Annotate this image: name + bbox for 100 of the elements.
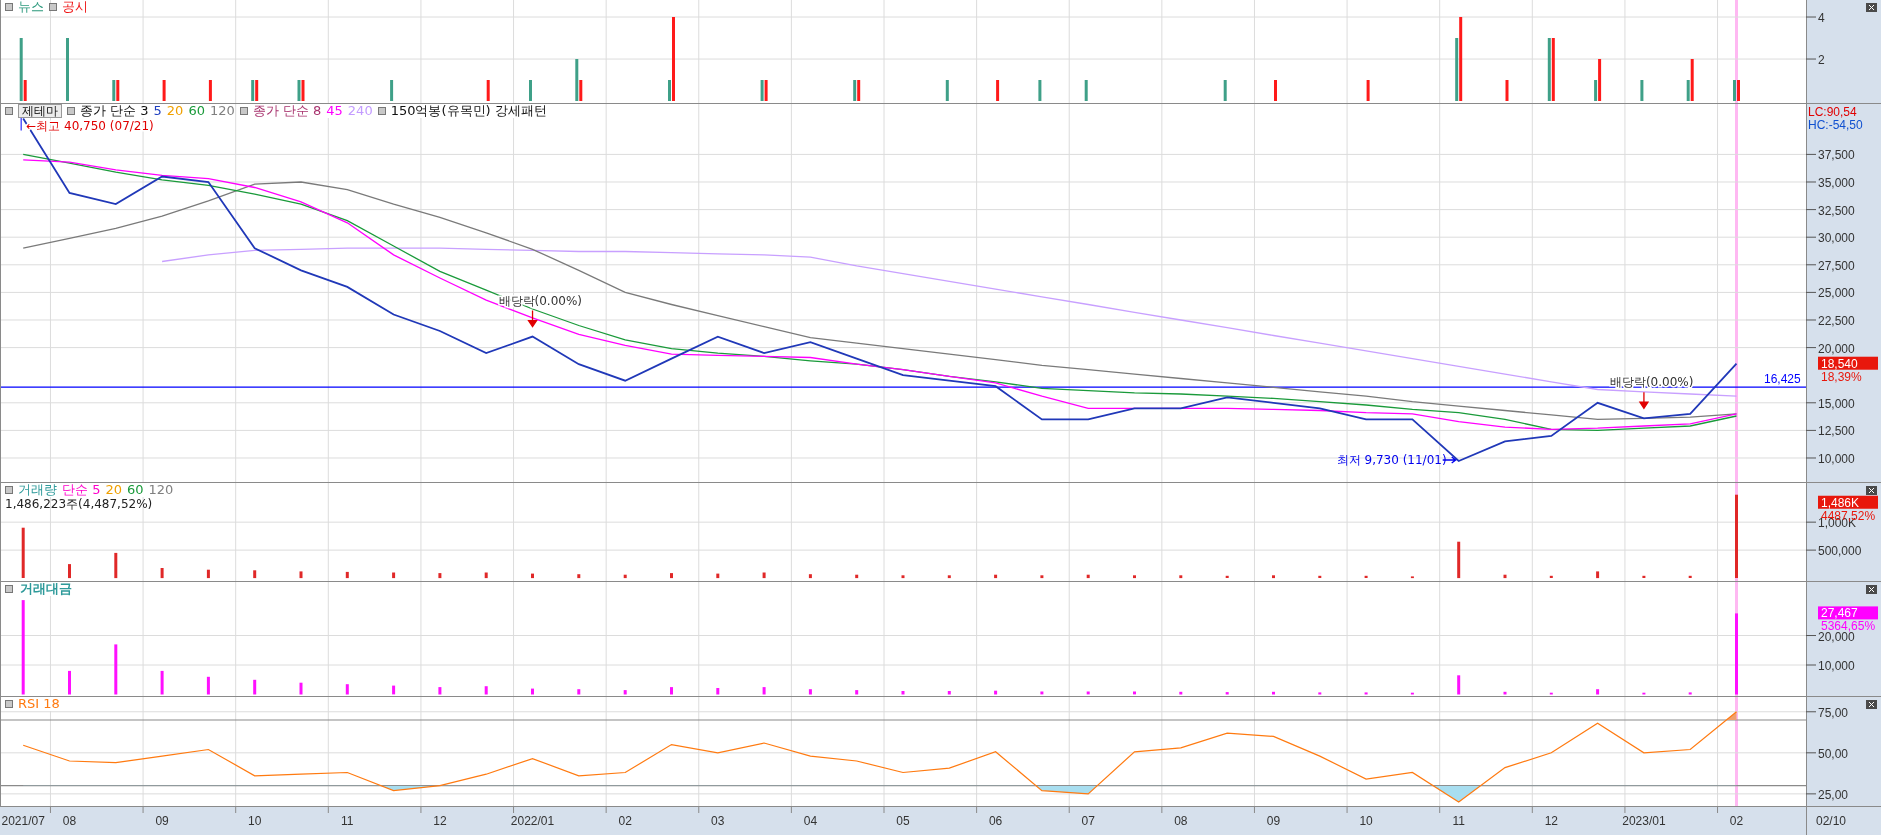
legend-label: 60	[188, 104, 205, 118]
bar	[577, 574, 581, 579]
low-price-note: 최저 9,730 (11/01)	[1336, 453, 1447, 467]
legend-icon	[49, 3, 57, 11]
bar	[1410, 576, 1414, 579]
bar	[1274, 80, 1277, 101]
bar	[206, 676, 210, 695]
bar	[670, 687, 673, 695]
legend-label: 45	[326, 104, 343, 118]
bar	[1503, 574, 1507, 579]
axis-label: 02	[1729, 814, 1744, 828]
bar	[762, 687, 766, 695]
legend-label: 종가 단순 3	[80, 104, 149, 118]
legend-label: 120	[148, 483, 174, 497]
bar	[1549, 575, 1553, 578]
axis-label: 06	[988, 814, 1003, 828]
bar	[1503, 691, 1507, 695]
bar	[1457, 675, 1461, 695]
axis-label: 35,000	[1818, 176, 1855, 190]
bar	[1038, 80, 1042, 101]
lc-label: LC:90,54	[1808, 105, 1857, 119]
bar	[855, 574, 859, 579]
axis-label: 15,000	[1818, 396, 1855, 411]
bar	[438, 573, 442, 579]
axis-label: 11	[341, 814, 354, 828]
legend-label: 뉴스	[18, 0, 44, 14]
down-arrow-icon	[1639, 391, 1649, 410]
bar	[345, 684, 349, 695]
bar	[1040, 575, 1044, 579]
axis-label: 20,000	[1818, 341, 1855, 356]
bar	[716, 573, 720, 579]
bar	[208, 80, 212, 101]
legend-icon	[377, 107, 386, 115]
bar	[808, 689, 812, 695]
axis-label: 08	[62, 814, 77, 828]
bar	[1318, 575, 1322, 578]
bar	[1366, 80, 1370, 101]
bar	[1318, 692, 1322, 695]
legend-label: 거래량	[18, 483, 57, 497]
close-icon[interactable]	[1866, 3, 1877, 12]
bar	[901, 691, 905, 695]
bar	[762, 572, 766, 579]
close-icon[interactable]	[1866, 486, 1877, 495]
bar	[1642, 575, 1646, 578]
bar	[299, 571, 303, 579]
bar	[484, 572, 488, 579]
bar	[206, 569, 210, 579]
bar	[392, 572, 396, 579]
bar	[1688, 575, 1692, 578]
bar	[345, 571, 349, 579]
bar	[994, 690, 998, 695]
bar	[299, 682, 303, 695]
axis-label: 09	[1266, 814, 1281, 828]
bar	[529, 80, 532, 101]
bar	[1133, 575, 1136, 579]
bar	[1596, 689, 1600, 695]
axis-label: 50,00	[1818, 746, 1849, 761]
legend-label: 5	[153, 104, 162, 118]
bar	[1133, 691, 1136, 695]
axis-label: 37,500	[1818, 148, 1855, 163]
volume-info: 1,486,223주(4,487,52%)	[5, 497, 154, 511]
legend-label: 20	[166, 104, 184, 118]
bar	[484, 686, 488, 695]
bar	[947, 575, 951, 579]
bar	[1086, 691, 1090, 695]
bar	[160, 670, 164, 695]
current-date-label: 02/10	[1816, 814, 1847, 828]
bar	[716, 688, 720, 695]
axis-label: 10,000	[1818, 659, 1855, 673]
bar	[1364, 575, 1368, 578]
bar	[1688, 692, 1692, 695]
dividend-note: 배당락(0.00%)	[1609, 375, 1694, 390]
legend-label: 120	[209, 104, 235, 118]
bar	[438, 687, 442, 695]
bar	[1457, 541, 1461, 579]
bar	[945, 80, 949, 101]
legend-icon	[5, 107, 13, 115]
bar	[390, 80, 394, 101]
bar	[21, 527, 25, 578]
bar	[808, 574, 812, 579]
bar	[1642, 692, 1646, 695]
bar	[996, 80, 1000, 101]
bar	[1272, 575, 1275, 579]
axis-label: 25,00	[1818, 787, 1849, 802]
close-icon[interactable]	[1866, 700, 1877, 709]
bar	[1084, 80, 1088, 101]
axis-label: 10,000	[1818, 452, 1855, 466]
legend-label: 종가 단순 8	[252, 104, 322, 118]
bar	[994, 574, 998, 579]
theme-button[interactable]: 제테마	[18, 104, 62, 118]
axis-label: 2021/07	[1, 814, 45, 828]
axis-label: 11	[1452, 814, 1465, 828]
bar	[162, 80, 166, 101]
bar	[1086, 574, 1090, 579]
axis-label: 32,500	[1818, 203, 1855, 218]
bar	[1410, 692, 1414, 695]
close-icon[interactable]	[1866, 585, 1877, 594]
axis-label: 25,000	[1818, 286, 1855, 301]
bar	[1179, 691, 1183, 695]
legend-label: 60	[126, 483, 144, 497]
